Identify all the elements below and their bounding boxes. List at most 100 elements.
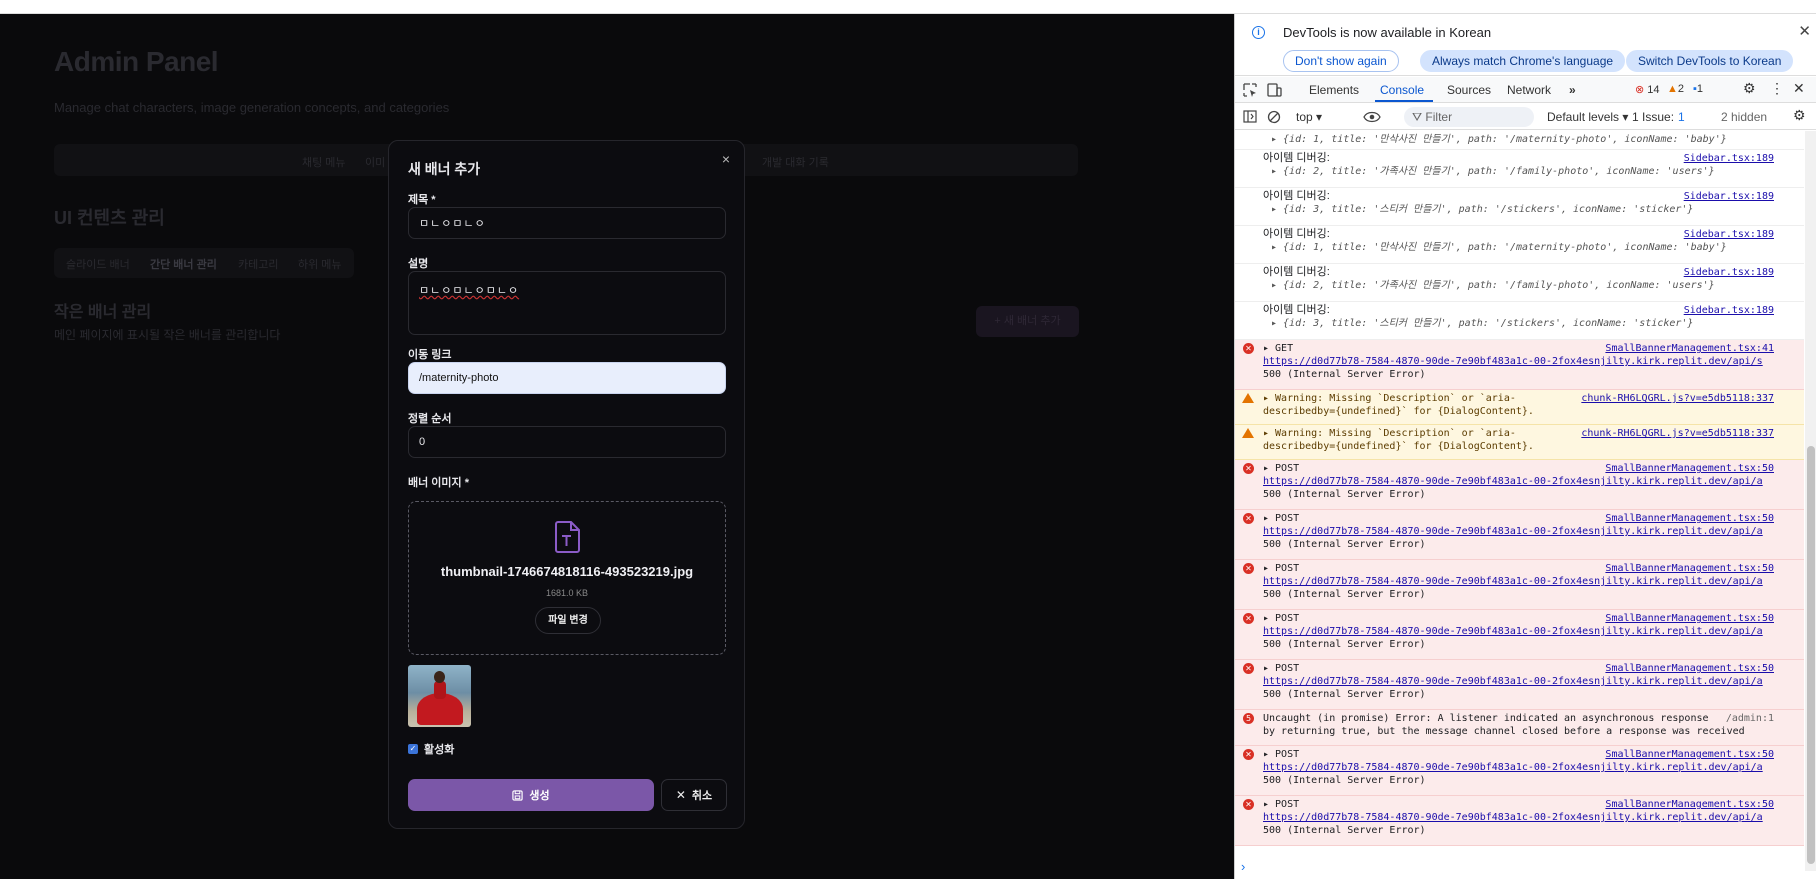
tab-sources[interactable]: Sources (1447, 83, 1491, 97)
switch-to-korean-button[interactable]: Switch DevTools to Korean (1626, 50, 1794, 72)
console-error[interactable]: ✕ ▸ POST https://d0d77b78-7584-4870-90de… (1235, 796, 1804, 846)
console-message[interactable]: 아이템 디버깅: ▸ {id: 3, title: '스티커 만들기', pat… (1235, 188, 1804, 226)
warning-count-value: 2 (1677, 83, 1685, 95)
console-error[interactable]: ✕ ▸ POST https://d0d77b78-7584-4870-90de… (1235, 660, 1804, 710)
error-status: 500 (Internal Server Error) (1263, 589, 1426, 600)
error-status: 500 (Internal Server Error) (1263, 489, 1426, 500)
notice-text: DevTools is now available in Korean (1283, 25, 1492, 40)
error-source-link[interactable]: SmallBannerManagement.tsx:50 (1605, 612, 1774, 625)
image-dropzone[interactable]: thumbnail-1746674818116-493523219.jpg 16… (408, 501, 726, 655)
log-source-link[interactable]: Sidebar.tsx:189 (1684, 190, 1774, 203)
tab-console[interactable]: Console (1380, 83, 1424, 97)
console-message[interactable]: ▸ {id: 1, title: '만삭사진 만들기', path: '/mat… (1235, 131, 1804, 150)
title-input[interactable]: ㅁㄴㅇㅁㄴㅇ (408, 207, 726, 239)
error-source-link[interactable]: SmallBannerManagement.tsx:50 (1605, 798, 1774, 811)
console-error[interactable]: ✕ ▸ POST https://d0d77b78-7584-4870-90de… (1235, 560, 1804, 610)
console-error[interactable]: ✕ ▸ POST https://d0d77b78-7584-4870-90de… (1235, 460, 1804, 510)
active-checkbox-row[interactable]: ✓ 활성화 (408, 741, 454, 757)
error-url-link[interactable]: https://d0d77b78-7584-4870-90de-7e90bf48… (1263, 675, 1774, 688)
console-prompt[interactable]: › (1241, 859, 1245, 874)
nav-item-chat[interactable]: 채팅 메뉴 (302, 154, 346, 170)
log-levels-dropdown[interactable]: Default levels ▾ (1547, 110, 1628, 124)
error-source-link[interactable]: SmallBannerManagement.tsx:41 (1605, 342, 1774, 355)
log-source-link[interactable]: Sidebar.tsx:189 (1684, 304, 1774, 317)
error-source-link[interactable]: SmallBannerManagement.tsx:50 (1605, 512, 1774, 525)
warning-count[interactable]: ▲2 (1667, 83, 1684, 95)
issues-count[interactable]: 1 (1678, 110, 1685, 124)
error-status: 500 (Internal Server Error) (1263, 539, 1426, 550)
console-message[interactable]: 아이템 디버깅: ▸ {id: 3, title: '스티커 만들기', pat… (1235, 302, 1804, 340)
tab-elements[interactable]: Elements (1309, 83, 1359, 97)
nav-item-dev-log[interactable]: 개발 대화 기록 (762, 154, 829, 170)
close-devtools-icon[interactable]: ✕ (1793, 80, 1805, 97)
console-settings-gear-icon[interactable]: ⚙ (1793, 107, 1806, 124)
error-url-link[interactable]: https://d0d77b78-7584-4870-90de-7e90bf48… (1263, 525, 1774, 538)
title-input-value: ㅁㄴㅇㅁㄴㅇ (419, 217, 486, 230)
error-count[interactable]: ⊗ 14 (1635, 83, 1660, 96)
create-button[interactable]: 생성 (408, 779, 654, 811)
hidden-count: 2 hidden (1721, 110, 1768, 124)
error-url-link[interactable]: https://d0d77b78-7584-4870-90de-7e90bf48… (1263, 575, 1774, 588)
console-message[interactable]: 아이템 디버깅: ▸ {id: 2, title: '가족사진 만들기', pa… (1235, 264, 1804, 302)
link-input[interactable]: /maternity-photo (408, 362, 726, 394)
error-source-link[interactable]: SmallBannerManagement.tsx:50 (1605, 662, 1774, 675)
console-scrollbar-thumb[interactable] (1807, 446, 1815, 864)
nav-item-image[interactable]: 이미 (365, 154, 385, 170)
warning-source-link[interactable]: chunk-RH6LQGRL.js?v=e5db5118:337 (1581, 392, 1774, 405)
console-error[interactable]: ✕ ▸ POST https://d0d77b78-7584-4870-90de… (1235, 510, 1804, 560)
match-language-button[interactable]: Always match Chrome's language (1420, 50, 1626, 72)
console-warning[interactable]: ▸ Warning: Missing `Description` or `ari… (1235, 425, 1804, 460)
active-checkbox[interactable]: ✓ (408, 744, 418, 754)
close-icon[interactable]: ✕ (1798, 22, 1811, 40)
error-url-link[interactable]: https://d0d77b78-7584-4870-90de-7e90bf48… (1263, 475, 1774, 488)
console-filter-input[interactable]: ⛛ Filter (1404, 107, 1534, 127)
tab-submenu[interactable]: 하위 메뉴 (298, 256, 342, 272)
uncaught-source[interactable]: /admin:1 (1726, 712, 1774, 725)
log-source-link[interactable]: Sidebar.tsx:189 (1684, 266, 1774, 279)
tab-small-banner[interactable]: 간단 배너 관리 (150, 256, 217, 272)
console-message[interactable]: 아이템 디버깅: ▸ {id: 1, title: '만삭사진 만들기', pa… (1235, 226, 1804, 264)
dont-show-again-button[interactable]: Don't show again (1283, 50, 1399, 72)
console-uncaught-error[interactable]: 5 Uncaught (in promise) Error: A listene… (1235, 710, 1804, 746)
error-url-link[interactable]: https://d0d77b78-7584-4870-90de-7e90bf48… (1263, 355, 1774, 368)
more-options-icon[interactable]: ⋮ (1770, 80, 1784, 97)
error-count-value: 14 (1647, 84, 1660, 96)
cancel-button[interactable]: ✕ 취소 (661, 779, 727, 811)
more-tabs-icon[interactable]: » (1569, 83, 1576, 97)
issues-label[interactable]: 1 Issue: (1632, 110, 1674, 124)
context-selector[interactable]: top ▾ (1296, 110, 1322, 124)
change-file-button[interactable]: 파일 변경 (535, 607, 601, 634)
error-source-link[interactable]: SmallBannerManagement.tsx:50 (1605, 562, 1774, 575)
order-input[interactable]: 0 (408, 426, 726, 458)
console-warning[interactable]: ▸ Warning: Missing `Description` or `ari… (1235, 390, 1804, 425)
log-source-link[interactable]: Sidebar.tsx:189 (1684, 152, 1774, 165)
info-count[interactable]: ▪1 (1693, 83, 1703, 95)
error-source-link[interactable]: SmallBannerManagement.tsx:50 (1605, 462, 1774, 475)
description-textarea[interactable]: ㅁㄴㅇㅁㄴㅇㅁㄴㅇ (408, 271, 726, 335)
admin-app-background: Admin Panel Manage chat characters, imag… (0, 14, 1234, 879)
error-url-link[interactable]: https://d0d77b78-7584-4870-90de-7e90bf48… (1263, 761, 1774, 774)
settings-gear-icon[interactable]: ⚙ (1743, 80, 1756, 97)
tab-network[interactable]: Network (1507, 83, 1551, 97)
error-source-link[interactable]: SmallBannerManagement.tsx:50 (1605, 748, 1774, 761)
page-subtitle: Manage chat characters, image generation… (54, 100, 450, 115)
error-url-link[interactable]: https://d0d77b78-7584-4870-90de-7e90bf48… (1263, 811, 1774, 824)
sidebar-toggle-icon[interactable] (1243, 110, 1257, 123)
live-expression-eye-icon[interactable] (1363, 111, 1381, 123)
device-toolbar-icon[interactable] (1267, 83, 1282, 97)
console-error[interactable]: ✕ ▸ POST https://d0d77b78-7584-4870-90de… (1235, 746, 1804, 796)
close-icon[interactable]: × (722, 151, 730, 167)
console-error[interactable]: ✕ ▸ GET https://d0d77b78-7584-4870-90de-… (1235, 340, 1804, 390)
inspect-element-icon[interactable] (1243, 83, 1257, 97)
log-source-link[interactable]: Sidebar.tsx:189 (1684, 228, 1774, 241)
tab-slide-banner[interactable]: 슬라이드 배너 (66, 256, 130, 272)
clear-console-icon[interactable] (1267, 110, 1281, 124)
error-status: 500 (Internal Server Error) (1263, 369, 1426, 380)
console-error[interactable]: ✕ ▸ POST https://d0d77b78-7584-4870-90de… (1235, 610, 1804, 660)
add-banner-button[interactable]: + 새 배너 추가 (976, 306, 1079, 337)
console-message[interactable]: 아이템 디버깅: ▸ {id: 2, title: '가족사진 만들기', pa… (1235, 150, 1804, 188)
error-url-link[interactable]: https://d0d77b78-7584-4870-90de-7e90bf48… (1263, 625, 1774, 638)
warning-source-link[interactable]: chunk-RH6LQGRL.js?v=e5db5118:337 (1581, 427, 1774, 440)
tab-category[interactable]: 카테고리 (238, 256, 278, 272)
log-object: ▸ {id: 2, title: '가족사진 만들기', path: '/fam… (1271, 166, 1715, 177)
